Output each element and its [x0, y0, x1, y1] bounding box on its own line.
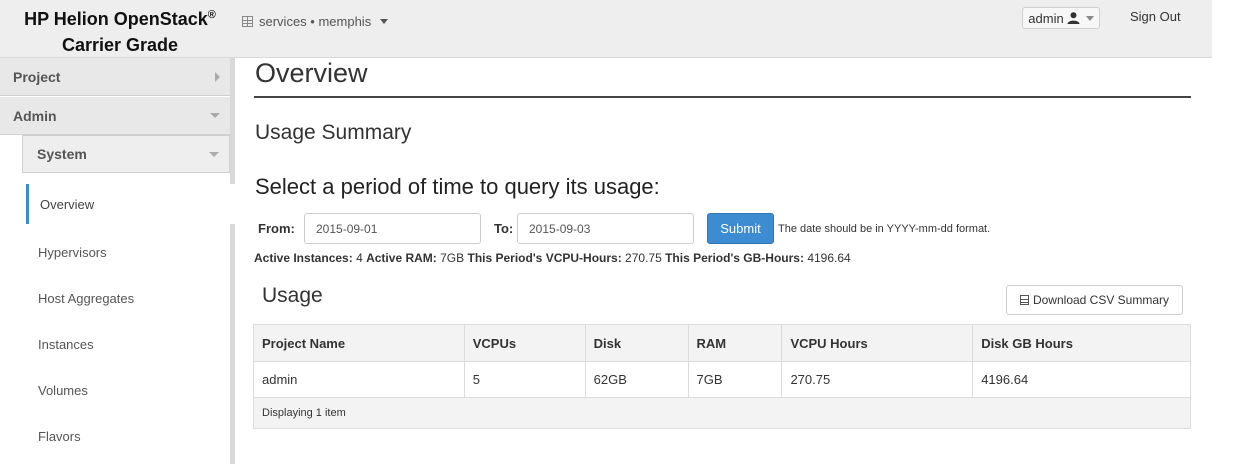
- table-cell: 4196.64: [972, 361, 1191, 398]
- table-cell: admin: [253, 361, 465, 398]
- submit-button[interactable]: Submit: [707, 213, 774, 244]
- sidebar-group-system[interactable]: System: [22, 135, 230, 173]
- sidebar-item-volumes[interactable]: Volumes: [26, 370, 232, 410]
- to-label: To:: [494, 221, 514, 236]
- sidebar-panel-admin[interactable]: Admin: [0, 97, 230, 135]
- active-instances-label: Active Instances:: [254, 251, 353, 265]
- sidebar-item-host-aggregates[interactable]: Host Aggregates: [26, 278, 232, 318]
- column-header[interactable]: Disk GB Hours: [972, 324, 1191, 362]
- table-cell: 270.75: [781, 361, 974, 398]
- vcpu-hours-label: This Period's VCPU-Hours:: [467, 251, 622, 265]
- sidebar-item-hypervisors[interactable]: Hypervisors: [26, 232, 232, 272]
- gb-hours-value: 4196.64: [807, 251, 851, 265]
- caret-down-icon: [380, 19, 389, 24]
- document-icon: [1019, 295, 1029, 305]
- brand-subtitle: Carrier Grade: [61, 35, 179, 55]
- sidebar-item-flavors[interactable]: Flavors: [26, 416, 232, 456]
- query-heading: Select a period of time to query its usa…: [255, 174, 660, 199]
- active-instances-value: 4: [356, 251, 363, 265]
- sidebar-item-overview[interactable]: Overview: [26, 184, 264, 224]
- project-grid-icon: [242, 16, 253, 27]
- table-header-row: Project Name VCPUs Disk RAM VCPU Hours D…: [253, 324, 1191, 362]
- table-cell: 5: [463, 361, 586, 398]
- column-header[interactable]: Disk: [584, 324, 689, 362]
- usage-summary-heading: Usage Summary: [255, 121, 412, 144]
- user-icon: [1067, 12, 1080, 24]
- panel-admin-label: Admin: [13, 107, 57, 124]
- column-header[interactable]: VCPUs: [463, 324, 586, 362]
- table-cell: 62GB: [584, 361, 689, 398]
- table-footer-row: Displaying 1 item: [253, 397, 1191, 429]
- user-name: admin: [1028, 10, 1064, 26]
- context-label: services • memphis: [259, 14, 372, 29]
- column-header[interactable]: VCPU Hours: [781, 324, 974, 362]
- sidebar-item-instances[interactable]: Instances: [26, 324, 232, 364]
- usage-table: Project Name VCPUs Disk RAM VCPU Hours D…: [253, 324, 1191, 429]
- table-item-count: Displaying 1 item: [253, 397, 1191, 429]
- chevron-down-icon: [209, 152, 219, 157]
- user-menu-button[interactable]: admin: [1022, 7, 1100, 29]
- usage-stats: Active Instances: 4 Active RAM: 7GB This…: [254, 251, 851, 265]
- table-row: admin 5 62GB 7GB 270.75 4196.64: [253, 361, 1191, 398]
- usage-heading: Usage: [262, 284, 323, 307]
- chevron-down-icon: [1085, 15, 1094, 21]
- gb-hours-label: This Period's GB-Hours:: [665, 251, 804, 265]
- date-format-hint: The date should be in YYYY-mm-dd format.: [778, 223, 991, 235]
- brand-name: HP Helion OpenStack: [24, 9, 208, 29]
- panel-project-label: Project: [13, 68, 61, 85]
- chevron-right-icon: [215, 72, 220, 82]
- sidebar-panel-project[interactable]: Project: [0, 58, 230, 96]
- download-csv-button[interactable]: Download CSV Summary: [1006, 285, 1183, 315]
- brand-registered-mark: ®: [207, 9, 216, 21]
- from-date-input[interactable]: [304, 213, 481, 244]
- column-header[interactable]: RAM: [687, 324, 783, 362]
- to-date-input[interactable]: [517, 213, 694, 244]
- table-cell: 7GB: [687, 361, 783, 398]
- vcpu-hours-value: 270.75: [625, 251, 662, 265]
- download-csv-label: Download CSV Summary: [1032, 293, 1170, 307]
- sign-out-link[interactable]: Sign Out: [1130, 9, 1181, 24]
- title-divider: [254, 96, 1191, 98]
- from-label: From:: [258, 221, 295, 236]
- active-ram-label: Active RAM:: [366, 251, 437, 265]
- brand-logo[interactable]: HP Helion OpenStack® Carrier Grade: [0, 2, 240, 58]
- chevron-down-icon: [210, 113, 220, 118]
- project-context-switcher[interactable]: services • memphis: [242, 14, 389, 29]
- active-ram-value: 7GB: [440, 251, 465, 265]
- group-system-label: System: [37, 146, 87, 162]
- column-header[interactable]: Project Name: [253, 324, 465, 362]
- page-title: Overview: [255, 58, 368, 88]
